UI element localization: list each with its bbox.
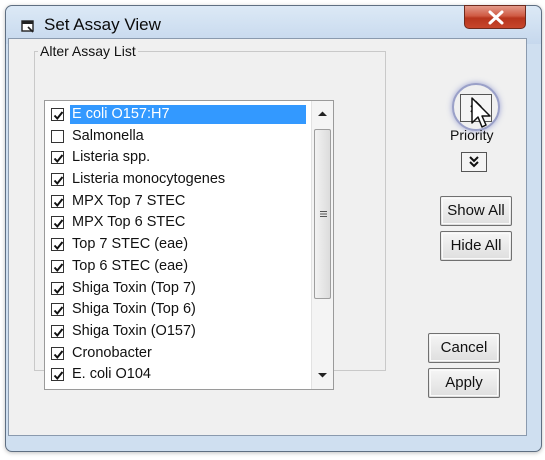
checkmark-icon bbox=[53, 306, 64, 316]
cancel-button[interactable]: Cancel bbox=[428, 333, 500, 363]
scroll-grip-icon bbox=[320, 211, 327, 217]
scroll-up-arrow-icon[interactable] bbox=[312, 104, 333, 124]
assay-label: Salmonella bbox=[72, 127, 144, 144]
groupbox-label: Alter Assay List bbox=[38, 43, 138, 59]
checkmark-icon bbox=[53, 349, 64, 359]
assay-label: MPX Top 7 STEC bbox=[72, 192, 186, 209]
assay-checkbox[interactable] bbox=[51, 303, 64, 317]
scrollbar-thumb[interactable] bbox=[314, 129, 331, 299]
mouse-pointer-icon bbox=[471, 97, 491, 128]
assay-label: Cronobacter bbox=[72, 344, 152, 361]
checkmark-icon bbox=[53, 284, 64, 294]
assay-label: E. coli O104 bbox=[72, 366, 151, 383]
assay-label: E coli O157:H7 bbox=[70, 105, 306, 124]
assay-label: Top 7 STEC (eae) bbox=[72, 236, 189, 253]
assay-list-item[interactable]: Top 6 STEC (eae) bbox=[45, 256, 311, 278]
cancel-label: Cancel bbox=[440, 339, 488, 356]
assay-label: Shiga Toxin (Top 7) bbox=[72, 279, 196, 296]
checkmark-icon bbox=[53, 328, 64, 337]
assay-list-item[interactable]: E. coli O104 bbox=[45, 364, 311, 386]
show-all-button[interactable]: Show All bbox=[440, 196, 512, 226]
checkmark-icon bbox=[53, 154, 64, 164]
assay-list-item[interactable]: Top 7 STEC (eae) bbox=[45, 234, 311, 256]
hide-all-button[interactable]: Hide All bbox=[440, 231, 512, 261]
double-chevron-down-icon bbox=[469, 156, 479, 168]
app-icon bbox=[21, 20, 34, 33]
assay-list-item[interactable]: Shiga Toxin (Top 6) bbox=[45, 299, 311, 321]
assay-checkbox[interactable] bbox=[51, 259, 64, 273]
assay-label: MPX Top 6 STEC bbox=[72, 214, 186, 231]
assay-checkbox[interactable] bbox=[51, 108, 64, 121]
assay-label: Shiga Toxin (Top 6) bbox=[72, 301, 196, 318]
checkmark-icon bbox=[53, 371, 64, 381]
assay-checkbox[interactable] bbox=[51, 194, 64, 208]
assay-list-item[interactable]: Listeria spp. bbox=[45, 147, 311, 169]
assay-checkbox[interactable] bbox=[51, 368, 64, 382]
assay-label: Shiga Toxin (O157) bbox=[72, 322, 196, 339]
assay-checkbox[interactable] bbox=[51, 151, 64, 165]
scroll-down-arrow-icon[interactable] bbox=[312, 365, 333, 385]
apply-label: Apply bbox=[445, 374, 483, 391]
assay-list-item[interactable]: Listeria monocytogenes bbox=[45, 169, 311, 191]
checkmark-icon bbox=[53, 111, 64, 121]
checkmark-icon bbox=[53, 176, 64, 186]
assay-checkbox[interactable] bbox=[51, 173, 64, 187]
assay-list: E coli O157:H7 Salmonella Listeria spp. Lis… bbox=[45, 104, 311, 386]
assay-label: Listeria spp. bbox=[72, 149, 151, 166]
apply-button[interactable]: Apply bbox=[428, 368, 500, 398]
assay-list-item[interactable]: Salmonella bbox=[45, 126, 311, 148]
assay-checklist[interactable]: E coli O157:H7 Salmonella Listeria spp. Lis… bbox=[44, 100, 334, 390]
assay-list-item[interactable]: MPX Top 6 STEC bbox=[45, 212, 311, 234]
checkmark-icon bbox=[53, 263, 64, 272]
close-button[interactable] bbox=[464, 5, 526, 29]
assay-label: Listeria monocytogenes bbox=[72, 171, 226, 188]
assay-list-item[interactable]: Shiga Toxin (O157) bbox=[45, 321, 311, 343]
hide-all-label: Hide All bbox=[450, 237, 502, 254]
checkmark-icon bbox=[53, 219, 64, 229]
assay-list-item[interactable]: Cronobacter bbox=[45, 343, 311, 365]
assay-checkbox[interactable] bbox=[51, 324, 64, 338]
assay-checkbox[interactable] bbox=[51, 346, 64, 360]
show-all-label: Show All bbox=[447, 202, 505, 219]
assay-list-item[interactable]: MPX Top 7 STEC bbox=[45, 191, 311, 213]
checkmark-icon bbox=[53, 198, 64, 207]
priority-down-button[interactable] bbox=[461, 152, 487, 172]
assay-checkbox[interactable] bbox=[51, 238, 64, 252]
assay-checkbox[interactable] bbox=[51, 281, 64, 295]
assay-list-item[interactable]: Shiga Toxin (Top 7) bbox=[45, 278, 311, 300]
checkmark-icon bbox=[53, 241, 64, 251]
assay-list-item[interactable]: E coli O157:H7 bbox=[45, 104, 311, 126]
close-icon bbox=[488, 10, 504, 25]
vertical-scrollbar[interactable] bbox=[311, 101, 333, 389]
assay-checkbox[interactable] bbox=[51, 129, 64, 143]
window-title: Set Assay View bbox=[44, 15, 161, 34]
assay-label: Top 6 STEC (eae) bbox=[72, 257, 189, 274]
assay-checkbox[interactable] bbox=[51, 216, 64, 230]
